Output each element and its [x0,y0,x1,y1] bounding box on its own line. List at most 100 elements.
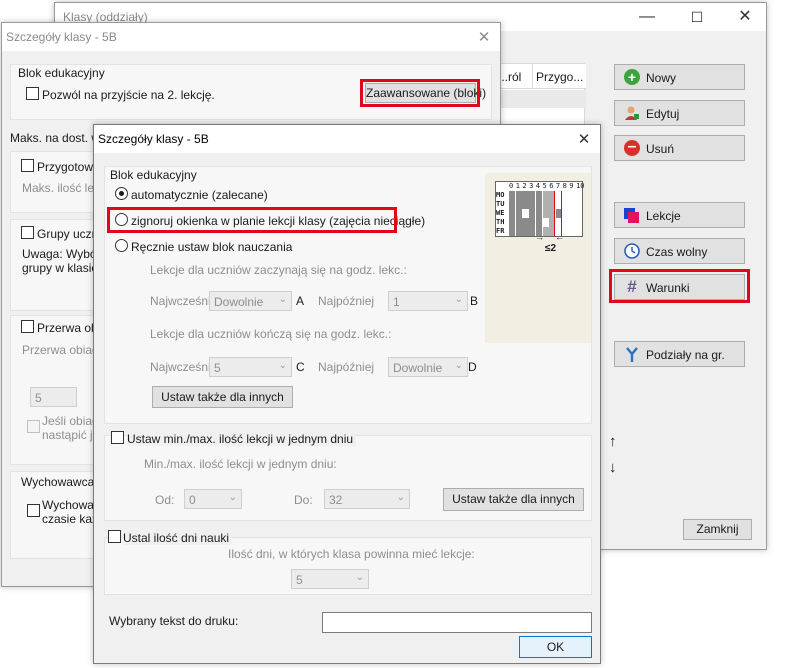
print-text-input[interactable] [322,612,592,633]
to-select[interactable]: 32 ⌄ [324,489,410,509]
end-latest-select[interactable]: Dowolnie ⌄ [388,357,468,377]
groups-note-line2: grupy w klasie [22,261,99,275]
diagram-period-label: 4 [535,182,541,190]
table-row[interactable] [496,90,586,108]
to-label: Do: [294,493,313,507]
end-earliest-select[interactable]: 5 ⌄ [209,357,292,377]
lessons-button[interactable]: Lekcje [614,202,745,228]
close-icon[interactable]: ✕ [464,26,504,50]
block-diagram: 0 1 2 3 4 5 6 7 8 9 10 MO TU WE TH FR → ← ≤2 [485,173,591,343]
diagram-cell [515,191,522,200]
move-up-icon[interactable]: ↑ [609,433,617,450]
diagram-cell [542,191,549,200]
chevron-down-icon: ⌄ [355,572,364,583]
move-down-icon[interactable]: ↓ [609,459,617,476]
delete-button[interactable]: – Usuń [614,135,745,161]
days-select[interactable]: 5 ⌄ [291,569,369,589]
end-caption: Lekcje dla uczniów kończą się na godz. l… [150,327,392,341]
diagram-cell [555,191,563,200]
diagram-cell [549,209,556,218]
diagram-cell [509,227,516,236]
close-icon[interactable]: ✕ [723,5,767,29]
ok-button[interactable]: OK [519,636,592,658]
diagram-cell [515,218,522,227]
minimize-icon[interactable]: — [625,5,669,29]
radio-automatic[interactable] [115,187,128,200]
groups-checkbox[interactable] [21,226,34,239]
chevron-down-icon: ⌄ [228,492,237,503]
back-dialog-titlebar: Szczegóły klasy - 5B ✕ [2,23,500,51]
new-button[interactable]: + Nowy [614,64,745,90]
free-time-button[interactable]: Czas wolny [614,238,745,264]
prep-checkbox[interactable] [21,159,34,172]
diagram-period-label: 10 [576,182,585,190]
chevron-down-icon: ⌄ [454,360,463,371]
allow-second-checkbox[interactable] [26,87,39,100]
diagram-cell [569,209,576,218]
maximize-icon[interactable]: ☐ [675,5,719,29]
from-select[interactable]: 0 ⌄ [184,489,242,509]
diagram-cell [515,200,522,209]
radio-manual-label: Ręcznie ustaw blok nauczania [131,240,293,254]
start-earliest-label: Najwcześnie [150,294,218,308]
diagram-cell [562,209,569,218]
teacher-checkbox[interactable] [27,504,40,517]
lunch-note-checkbox[interactable] [27,420,40,433]
diagram-day-label: MO [496,191,505,199]
days-label: Ustal ilość dni nauki [123,531,233,545]
start-latest-select[interactable]: 1 ⌄ [388,291,468,311]
minmax-checkbox[interactable] [111,431,124,444]
diagram-cell [562,218,569,227]
divisions-button[interactable]: Podziały na gr. [614,341,745,367]
chevron-down-icon: ⌄ [278,294,287,305]
diagram-cell [529,209,536,218]
set-for-others-minmax-button[interactable]: Ustaw także dla innych [443,488,584,511]
close-icon[interactable]: ✕ [564,128,604,152]
diagram-period-label: 6 [549,182,554,190]
diagram-cell [569,200,576,209]
set-for-others-button[interactable]: Ustaw także dla innych [152,386,293,408]
diagram-cell [576,200,583,209]
diagram-cell [555,209,563,218]
table-header[interactable]: Przygo... [536,70,583,84]
diagram-cell [515,209,522,218]
table-header[interactable]: ...ról [498,70,521,84]
diagram-day-label: FR [496,227,505,235]
print-text-label: Wybrany tekst do druku: [109,614,239,628]
diagram-cell [522,209,529,218]
radio-manual[interactable] [115,239,128,252]
diagram-day-label: TU [496,200,505,208]
split-icon [624,346,640,362]
diagram-period-label: 0 [509,182,514,190]
letter-b: B [470,294,479,308]
diagram-cell [535,191,542,200]
lunch-checkbox[interactable] [21,320,34,333]
letter-a: A [296,294,305,308]
lessons-icon [624,207,640,223]
diagram-arrow-left-icon: → [535,232,544,242]
end-latest-label: Najpóźniej [318,360,375,374]
user-edit-icon [624,105,640,121]
advanced-highlight [360,79,480,107]
lunch-note-line1: Jeśli obiad [42,414,99,428]
edit-button[interactable]: Edytuj [614,100,745,126]
diagram-cell [509,200,516,209]
clock-icon [624,243,640,259]
diagram-cell [542,209,549,218]
chevron-down-icon: ⌄ [396,492,405,503]
lunch-value-field[interactable]: 5 [30,387,77,407]
start-earliest-select[interactable]: Dowolnie ⌄ [209,291,292,311]
letter-c: C [296,360,305,374]
diagram-cell [509,191,516,200]
diagram-cell [535,218,542,227]
diagram-cell [522,200,529,209]
close-button[interactable]: Zamknij [683,519,752,540]
chevron-down-icon: ⌄ [454,294,463,305]
diagram-grid: 0 1 2 3 4 5 6 7 8 9 10 MO TU WE TH FR [495,181,585,237]
back-dialog-title: Szczegóły klasy - 5B [6,30,117,44]
diagram-cell [569,191,576,200]
days-checkbox[interactable] [108,530,121,543]
teacher-label: Wychowawca: [21,475,98,489]
block-group-title: Blok edukacyjny [110,168,197,182]
lunch-note-line2: nastąpić ju [42,428,100,442]
